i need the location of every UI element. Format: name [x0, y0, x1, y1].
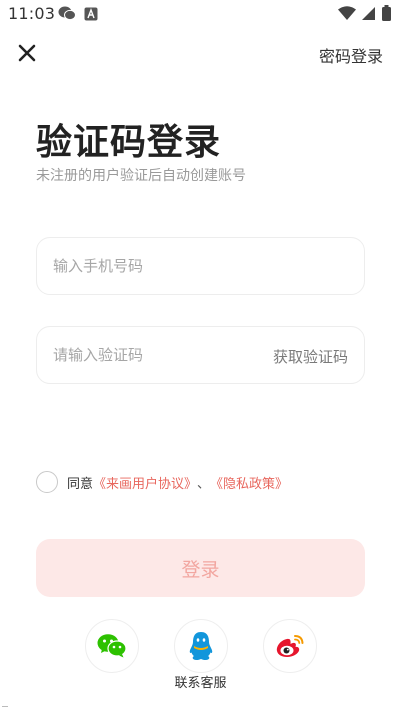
- status-bar: 11:03: [0, 0, 401, 28]
- privacy-policy-link[interactable]: 《隐私政策》: [210, 473, 288, 492]
- status-time: 11:03: [8, 4, 56, 23]
- login-button[interactable]: 登录: [36, 539, 365, 597]
- status-right-icons: [338, 5, 391, 25]
- qq-button[interactable]: [174, 619, 228, 673]
- wechat-icon: [97, 634, 127, 658]
- get-code-button[interactable]: 获取验证码: [273, 346, 348, 367]
- corner-indicator: [2, 706, 8, 712]
- code-field: 获取验证码: [36, 326, 365, 384]
- close-button[interactable]: [14, 40, 40, 66]
- agreement-checkbox[interactable]: [36, 471, 58, 493]
- close-icon: [18, 44, 36, 62]
- store-status-icon: [84, 6, 98, 25]
- contact-service-label[interactable]: 联系客服: [0, 672, 401, 691]
- status-left-icons: [58, 6, 98, 25]
- user-agreement-link[interactable]: 《来画用户协议》: [93, 473, 197, 492]
- password-login-link[interactable]: 密码登录: [319, 43, 383, 67]
- phone-field: [36, 237, 365, 295]
- login-screen: 11:03 密码登录 验证码登录 未注册的用户验证后自动创建账号 输入手机号码 …: [0, 0, 401, 712]
- page-subtitle: 未注册的用户验证后自动创建账号: [36, 168, 246, 184]
- weibo-button[interactable]: [263, 619, 317, 673]
- agreement-separator: 、: [197, 476, 211, 492]
- agreement-row: 同意 《来画用户协议》 、 《隐私政策》: [36, 471, 288, 493]
- wechat-button[interactable]: [85, 619, 139, 673]
- page-title: 验证码登录: [36, 122, 222, 163]
- phone-input[interactable]: [53, 238, 253, 294]
- battery-icon: [382, 5, 391, 25]
- wifi-icon: [338, 5, 356, 25]
- agreement-prefix: 同意: [67, 476, 94, 492]
- weibo-icon: [276, 635, 304, 657]
- code-input[interactable]: [53, 327, 253, 383]
- signal-icon: [362, 6, 376, 25]
- wechat-status-icon: [58, 6, 76, 25]
- qq-icon: [189, 632, 213, 661]
